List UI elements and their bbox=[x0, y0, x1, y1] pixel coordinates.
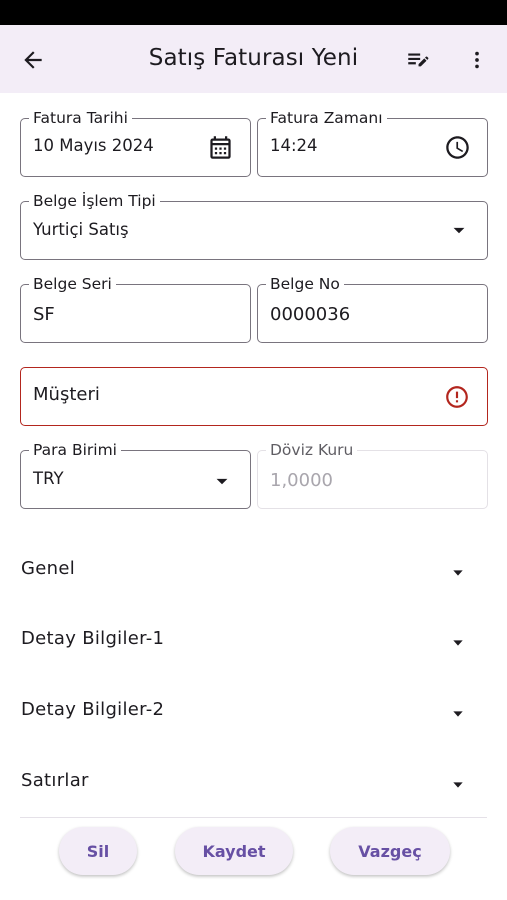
doc-series-field[interactable]: Belge Seri SF bbox=[20, 275, 251, 343]
divider bbox=[20, 817, 487, 820]
more-vert-icon[interactable] bbox=[466, 47, 488, 73]
invoice-date-value: 10 Mayıs 2024 bbox=[33, 136, 154, 155]
customer-placeholder: Müşteri bbox=[33, 384, 100, 405]
currency-label: Para Birimi bbox=[29, 441, 121, 459]
section-detail-1[interactable]: Detay Bilgiler-1 bbox=[0, 615, 507, 665]
status-bar bbox=[0, 0, 507, 25]
doc-no-label: Belge No bbox=[266, 275, 344, 293]
dropdown-arrow-icon[interactable] bbox=[209, 468, 235, 494]
exchange-rate-value: 1,0000 bbox=[270, 470, 333, 491]
invoice-time-label: Fatura Zamanı bbox=[266, 109, 387, 127]
expand-arrow-icon bbox=[453, 570, 463, 576]
edit-note-icon[interactable] bbox=[404, 47, 432, 73]
doc-type-select[interactable]: Belge İşlem Tipi Yurtiçi Satış bbox=[20, 192, 488, 260]
expand-arrow-icon bbox=[453, 711, 463, 717]
delete-button[interactable]: Sil bbox=[59, 827, 137, 875]
section-general[interactable]: Genel bbox=[0, 545, 507, 595]
currency-value: TRY bbox=[33, 469, 64, 488]
clock-icon[interactable] bbox=[444, 134, 471, 161]
doc-type-label: Belge İşlem Tipi bbox=[29, 192, 160, 210]
invoice-date-field[interactable]: Fatura Tarihi 10 Mayıs 2024 bbox=[20, 109, 251, 177]
error-icon bbox=[446, 386, 468, 408]
invoice-time-value: 14:24 bbox=[270, 136, 318, 155]
doc-no-field[interactable]: Belge No 0000036 bbox=[257, 275, 488, 343]
doc-series-label: Belge Seri bbox=[29, 275, 116, 293]
doc-series-value: SF bbox=[33, 304, 55, 325]
app-bar: Satış Faturası Yeni bbox=[0, 25, 507, 93]
invoice-date-label: Fatura Tarihi bbox=[29, 109, 132, 127]
save-button[interactable]: Kaydet bbox=[175, 827, 293, 875]
currency-select[interactable]: Para Birimi TRY bbox=[20, 441, 251, 509]
section-title: Genel bbox=[21, 558, 76, 579]
invoice-time-field[interactable]: Fatura Zamanı 14:24 bbox=[257, 109, 488, 177]
exchange-rate-label: Döviz Kuru bbox=[266, 441, 358, 459]
exchange-rate-field: Döviz Kuru 1,0000 bbox=[257, 441, 488, 509]
expand-arrow-icon bbox=[453, 782, 463, 788]
section-detail-2[interactable]: Detay Bilgiler-2 bbox=[0, 686, 507, 736]
section-title: Satırlar bbox=[21, 770, 89, 791]
doc-no-value: 0000036 bbox=[270, 304, 351, 325]
dropdown-arrow-icon[interactable] bbox=[446, 217, 472, 243]
calendar-icon[interactable] bbox=[207, 134, 234, 161]
section-title: Detay Bilgiler-1 bbox=[21, 628, 165, 649]
section-lines[interactable]: Satırlar bbox=[0, 757, 507, 807]
section-title: Detay Bilgiler-2 bbox=[21, 699, 165, 720]
doc-type-value: Yurtiçi Satış bbox=[33, 220, 129, 239]
customer-field[interactable]: Müşteri bbox=[20, 367, 488, 426]
cancel-button[interactable]: Vazgeç bbox=[330, 827, 450, 875]
expand-arrow-icon bbox=[453, 640, 463, 646]
